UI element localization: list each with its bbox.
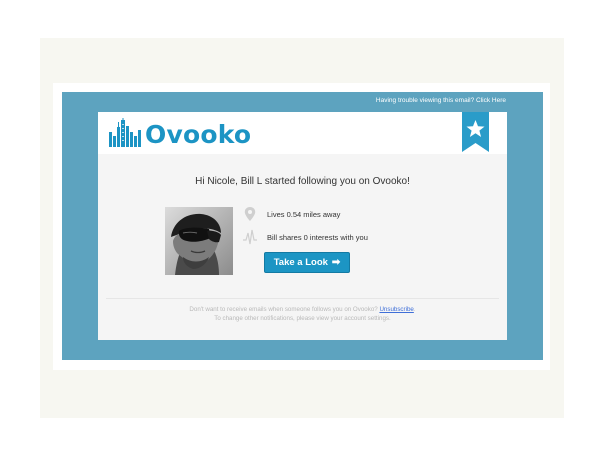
interests-text: Bill shares 0 interests with you: [267, 232, 368, 242]
email-footer: Don't want to receive emails when someon…: [98, 306, 507, 323]
email-header: Ovooko: [98, 112, 507, 154]
footer-prefix: Don't want to receive emails when someon…: [189, 306, 378, 313]
skyline-logo-icon: [109, 118, 141, 147]
arrow-right-icon: ➡: [331, 257, 341, 268]
click-here-link[interactable]: Click Here: [476, 97, 506, 104]
interests-row: Bill shares 0 interests with you: [243, 229, 368, 245]
location-pin-icon: [244, 207, 256, 221]
distance-row: Lives 0.54 miles away: [243, 206, 340, 222]
cta-label: Take a Look: [273, 257, 328, 268]
email-body: Hi Nicole, Bill L started following you …: [98, 154, 507, 340]
view-online-notice: Having trouble viewing this email? Click…: [376, 97, 506, 104]
email-headline: Hi Nicole, Bill L started following you …: [195, 176, 410, 187]
distance-text: Lives 0.54 miles away: [267, 209, 341, 219]
trouble-text: Having trouble viewing this email?: [375, 97, 475, 104]
email-container: Having trouble viewing this email? Click…: [62, 92, 543, 360]
unsubscribe-link[interactable]: Unsubscribe: [379, 306, 413, 313]
footer-suffix: .: [413, 306, 416, 313]
brand-logo[interactable]: Ovooko: [108, 118, 251, 148]
follower-avatar[interactable]: [165, 207, 233, 275]
star-ribbon-icon: [462, 112, 489, 152]
brand-name: Ovooko: [145, 120, 252, 149]
footer-divider: [106, 298, 499, 299]
unsubscribe-line: Don't want to receive emails when someon…: [98, 306, 507, 315]
settings-line: To change other notifications, please vi…: [214, 314, 391, 322]
take-a-look-button[interactable]: Take a Look ➡: [264, 252, 350, 273]
pulse-icon: [243, 229, 257, 245]
